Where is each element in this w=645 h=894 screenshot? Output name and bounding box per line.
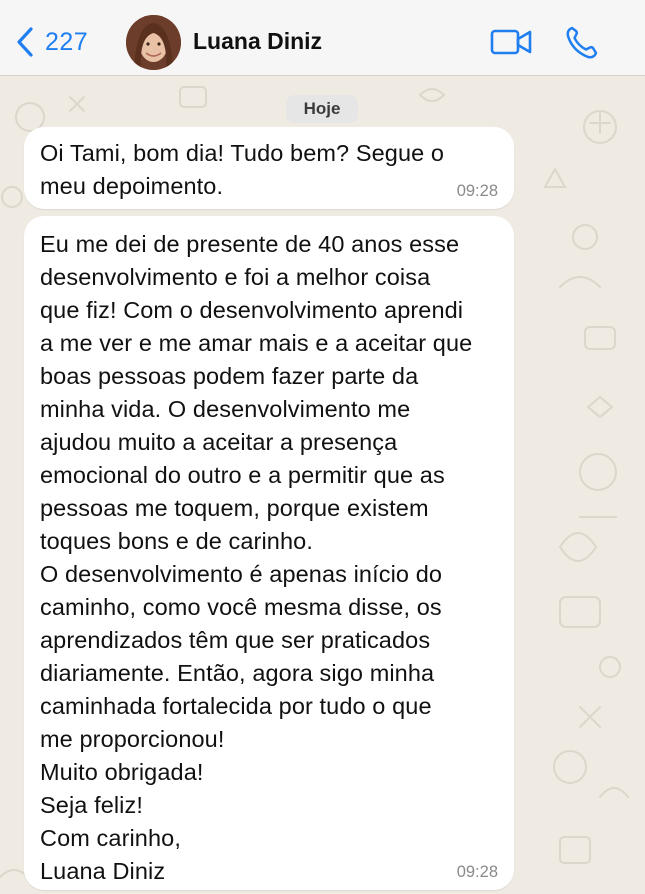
back-button[interactable]: 227 — [14, 24, 88, 60]
message-bubble[interactable]: Eu me dei de presente de 40 anos esse de… — [24, 216, 514, 890]
contact-name[interactable]: Luana Diniz — [193, 28, 322, 55]
video-camera-icon[interactable] — [489, 22, 533, 62]
phone-icon[interactable] — [564, 22, 600, 62]
message-time: 09:28 — [456, 182, 498, 200]
unread-count: 227 — [45, 27, 89, 56]
avatar[interactable] — [126, 15, 181, 70]
message-text: Oi Tami, bom dia! Tudo bem? Segue o meu … — [40, 140, 445, 199]
message-text: Eu me dei de presente de 40 anos esse de… — [40, 231, 473, 884]
chat-header: 227 Luana Diniz — [0, 0, 645, 76]
chevron-left-icon — [17, 27, 33, 57]
message-bubble[interactable]: Oi Tami, bom dia! Tudo bem? Segue o meu … — [24, 127, 514, 209]
date-chip: Hoje — [286, 95, 358, 123]
message-time: 09:28 — [456, 863, 498, 881]
avatar-photo — [126, 15, 181, 70]
